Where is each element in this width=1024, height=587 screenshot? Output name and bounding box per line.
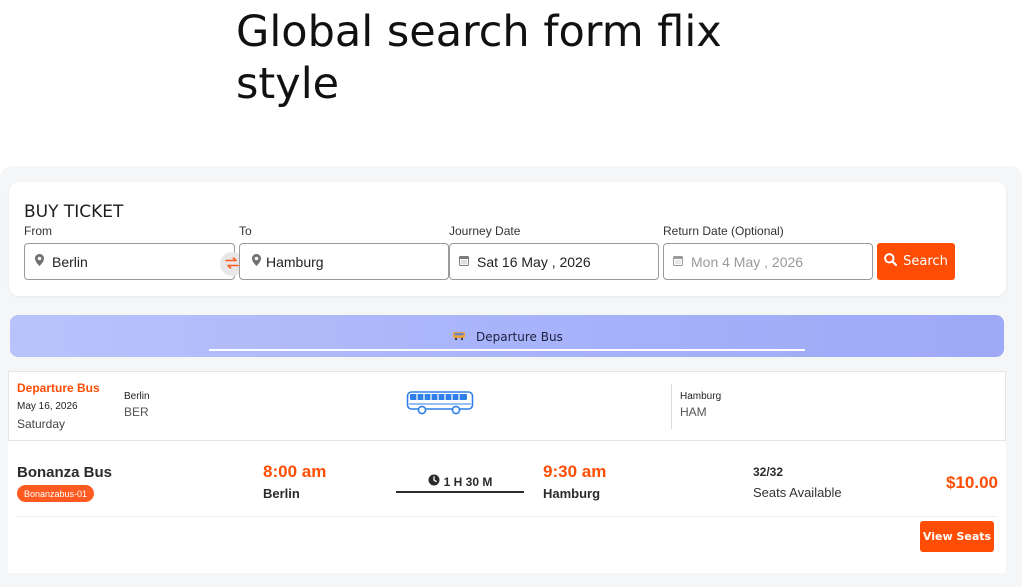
search-button-label: Search [903, 254, 948, 269]
page-title: Global search form flix style [236, 7, 722, 109]
route-divider [671, 384, 672, 429]
seats-available-label: Seats Available [753, 485, 842, 500]
bus-icon [406, 390, 474, 421]
view-seats-button[interactable]: View Seats [920, 521, 994, 552]
swap-arrows-icon [225, 256, 239, 272]
trip-duration: 1 H 30 M [396, 474, 524, 489]
from-value: Berlin [52, 253, 88, 270]
journey-date-label: Journey Date [449, 224, 521, 238]
route-title: Departure Bus [17, 381, 100, 395]
route-day: Saturday [17, 417, 66, 431]
return-date-label: Return Date (Optional) [663, 224, 784, 238]
calendar-icon [459, 255, 469, 269]
departure-time: 8:00 am [263, 462, 327, 481]
to-field[interactable]: Hamburg [239, 243, 449, 280]
trip-duration-text: 1 H 30 M [443, 474, 493, 489]
return-date-placeholder: Mon 4 May , 2026 [691, 253, 804, 270]
calendar-icon [673, 255, 683, 269]
trip-result-card [8, 441, 1006, 573]
operator-badge: Bonanzabus-01 [17, 485, 95, 502]
bus-icon [452, 331, 466, 344]
map-pin-icon [34, 254, 44, 269]
map-pin-icon [251, 254, 261, 269]
seats-count: 32/32 [753, 465, 784, 479]
journey-date-field[interactable]: Sat 16 May , 2026 [449, 243, 659, 280]
journey-date-value: Sat 16 May , 2026 [477, 253, 591, 270]
operator-name: Bonanza Bus [17, 464, 113, 481]
route-origin-city: Berlin [124, 391, 150, 402]
duration-line [396, 491, 524, 493]
buy-ticket-heading: BUY TICKET [24, 202, 124, 222]
search-button[interactable]: Search [877, 243, 955, 280]
route-summary-card [8, 371, 1006, 441]
magnifier-icon [884, 253, 898, 270]
to-label: To [239, 224, 252, 238]
active-tab-indicator [209, 349, 805, 351]
to-value: Hamburg [266, 253, 324, 270]
tab-departure-bus[interactable]: Departure Bus [452, 330, 563, 344]
route-destination-city: Hamburg [680, 391, 722, 402]
arrival-time: 9:30 am [543, 462, 607, 481]
trip-divider [17, 516, 997, 517]
from-label: From [24, 224, 52, 238]
return-date-field[interactable]: Mon 4 May , 2026 [663, 243, 873, 280]
route-origin-code: BER [124, 405, 149, 419]
from-field[interactable]: Berlin [24, 243, 235, 280]
arrival-city: Hamburg [543, 486, 601, 501]
departure-city: Berlin [263, 486, 300, 501]
trip-price: $10.00 [946, 473, 998, 492]
clock-icon [428, 474, 440, 489]
tab-departure-bus-label: Departure Bus [476, 330, 563, 344]
route-destination-code: HAM [680, 405, 707, 419]
route-date: May 16, 2026 [17, 401, 78, 412]
